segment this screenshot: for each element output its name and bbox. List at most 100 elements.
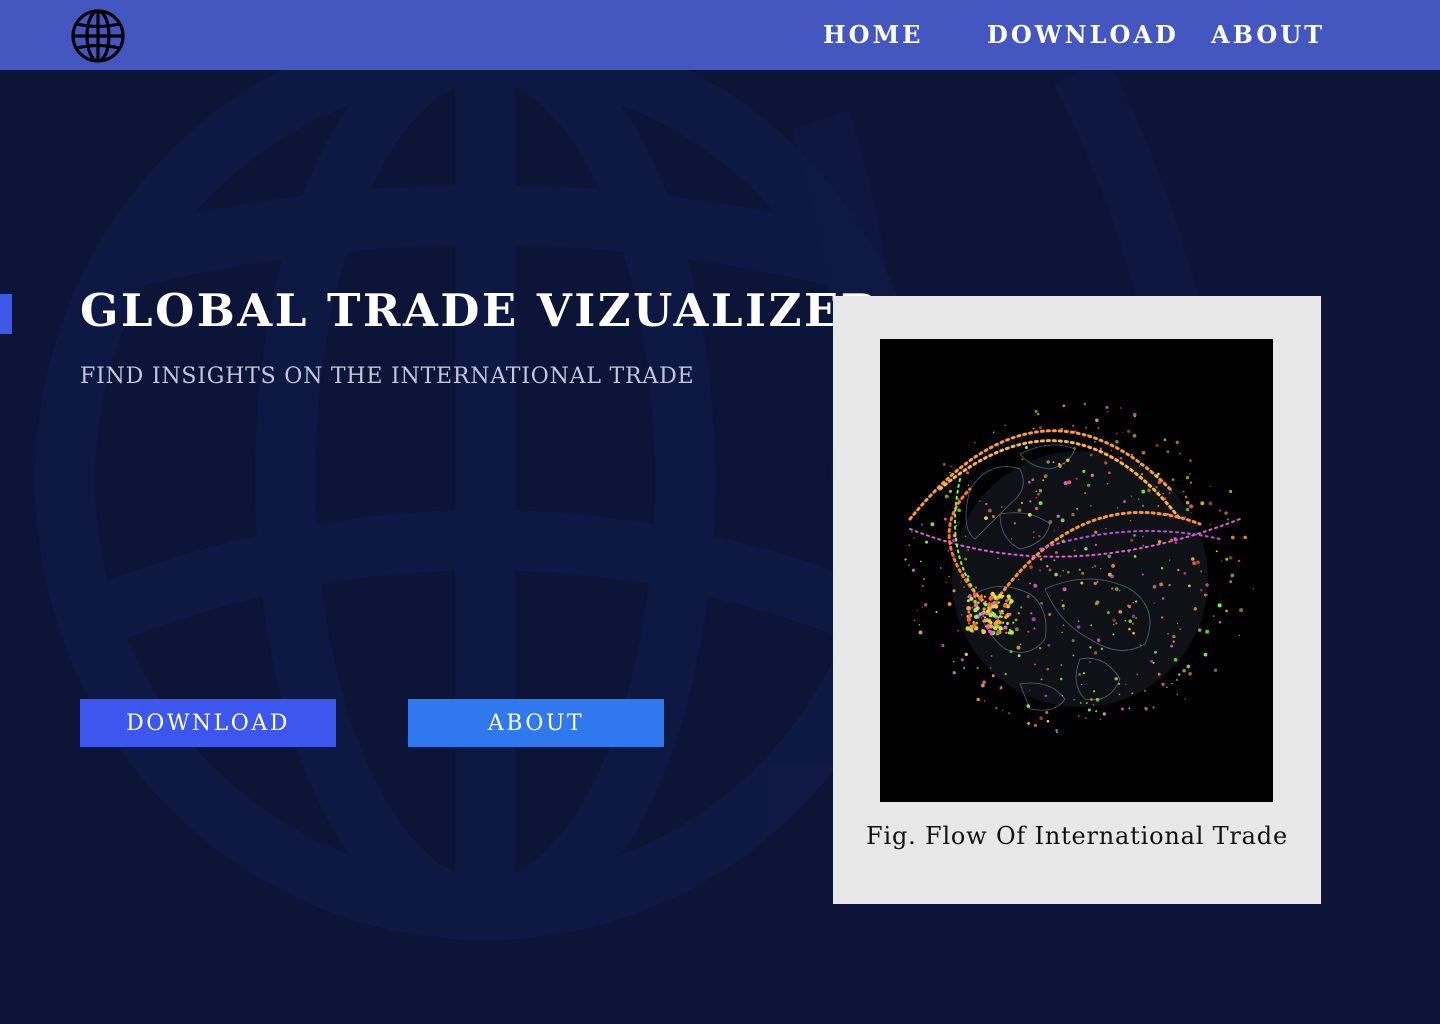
trade-particle [1089, 505, 1092, 507]
trade-particle [1157, 505, 1160, 507]
trade-particle [1114, 677, 1118, 681]
trade-particle [1189, 504, 1194, 509]
trade-particle [947, 550, 949, 552]
trade-particle [1097, 427, 1100, 430]
trade-particle [987, 619, 991, 623]
trade-particle [904, 558, 907, 561]
trade-particle [988, 508, 992, 513]
trade-particle [1095, 710, 1098, 713]
trade-particle [1034, 663, 1036, 666]
trade-particle [1091, 566, 1094, 569]
trade-particle [1003, 625, 1008, 630]
trade-particle [1000, 596, 1003, 599]
trade-particle [960, 613, 963, 616]
trade-particle [966, 575, 970, 578]
trade-particle [1177, 673, 1181, 676]
trade-particle [982, 680, 986, 684]
trade-particle [1144, 707, 1148, 711]
trade-particle [1112, 623, 1115, 626]
trade-particle [1184, 495, 1188, 499]
trade-particle [1001, 709, 1004, 712]
trade-particle [1004, 615, 1008, 619]
trade-particle [1120, 707, 1124, 711]
trade-particle [992, 431, 995, 434]
trade-particle [1160, 567, 1164, 570]
trade-particle [1038, 488, 1043, 493]
trade-particle [1086, 483, 1091, 487]
trade-particle [1173, 658, 1178, 662]
trade-particle [1200, 570, 1203, 573]
trade-particle [1028, 480, 1031, 484]
trade-particle [1004, 673, 1007, 676]
trade-particle [1100, 647, 1104, 650]
trade-particle [1122, 431, 1124, 433]
trade-particle [1040, 601, 1043, 605]
trade-particle [1176, 693, 1179, 696]
nav-link-download[interactable]: DOWNLOAD [987, 20, 1179, 49]
trade-particle [1205, 583, 1209, 587]
trade-particle [967, 484, 970, 487]
trade-particle [1229, 580, 1232, 583]
trade-particle [1171, 682, 1173, 685]
trade-particle [1099, 447, 1102, 450]
trade-particle [1119, 456, 1123, 460]
trade-particle [987, 602, 992, 607]
trade-particle [1063, 481, 1068, 486]
trade-particle [1089, 453, 1093, 457]
trade-particle [1079, 702, 1082, 704]
trade-particle [1055, 729, 1058, 732]
trade-particle [1147, 488, 1151, 493]
trade-particle [1123, 500, 1126, 503]
trade-particle [1131, 614, 1136, 618]
trade-particle [908, 544, 911, 547]
trade-particle [989, 667, 992, 669]
trade-particle [1090, 698, 1093, 701]
trade-particle [1090, 624, 1093, 627]
trade-particle [918, 623, 921, 626]
trade-particle [966, 605, 971, 611]
trade-particle [1115, 432, 1118, 435]
download-button[interactable]: DOWNLOAD [80, 699, 336, 747]
nav-link-about[interactable]: ABOUT [1211, 20, 1325, 49]
trade-particle [993, 604, 999, 609]
trade-particle [1020, 501, 1023, 505]
trade-particle [977, 601, 980, 604]
trade-particle [1033, 723, 1038, 728]
trade-particle [982, 607, 986, 611]
trade-particle [1017, 508, 1022, 513]
trade-particle [1095, 697, 1100, 702]
trade-particle [1118, 589, 1121, 592]
trade-particle [1008, 601, 1012, 605]
trade-particle [1048, 568, 1052, 572]
trade-particle [950, 465, 952, 468]
globe-icon[interactable] [70, 8, 126, 64]
trade-particle [1061, 604, 1065, 608]
trade-particle [1141, 504, 1145, 508]
trade-particle [1170, 644, 1174, 648]
trade-particle [1062, 404, 1066, 408]
trade-particle [952, 589, 956, 593]
trade-particle [1053, 530, 1055, 532]
trade-particle [1030, 612, 1033, 615]
trade-particle [1080, 683, 1083, 686]
trade-particle [1132, 433, 1137, 438]
trade-particle [1060, 575, 1062, 577]
trade-particle [1163, 497, 1167, 500]
trade-particle [1131, 692, 1134, 695]
about-button[interactable]: ABOUT [408, 699, 664, 747]
trade-particle [1039, 558, 1043, 561]
trade-particle [1203, 593, 1207, 597]
trade-particle [1060, 427, 1064, 431]
trade-particle [1019, 643, 1022, 646]
trade-particle [1043, 474, 1048, 479]
trade-particle [1108, 471, 1111, 475]
trade-particle [1142, 535, 1144, 538]
trade-particle [990, 655, 993, 657]
figure-caption: Fig. Flow Of International Trade [866, 822, 1288, 850]
trade-particle [1058, 462, 1061, 466]
trade-particle [983, 602, 988, 607]
trade-particle [980, 611, 985, 616]
nav-link-home[interactable]: HOME [823, 20, 923, 49]
trade-particle [1183, 571, 1187, 575]
trade-particle [1052, 461, 1055, 464]
